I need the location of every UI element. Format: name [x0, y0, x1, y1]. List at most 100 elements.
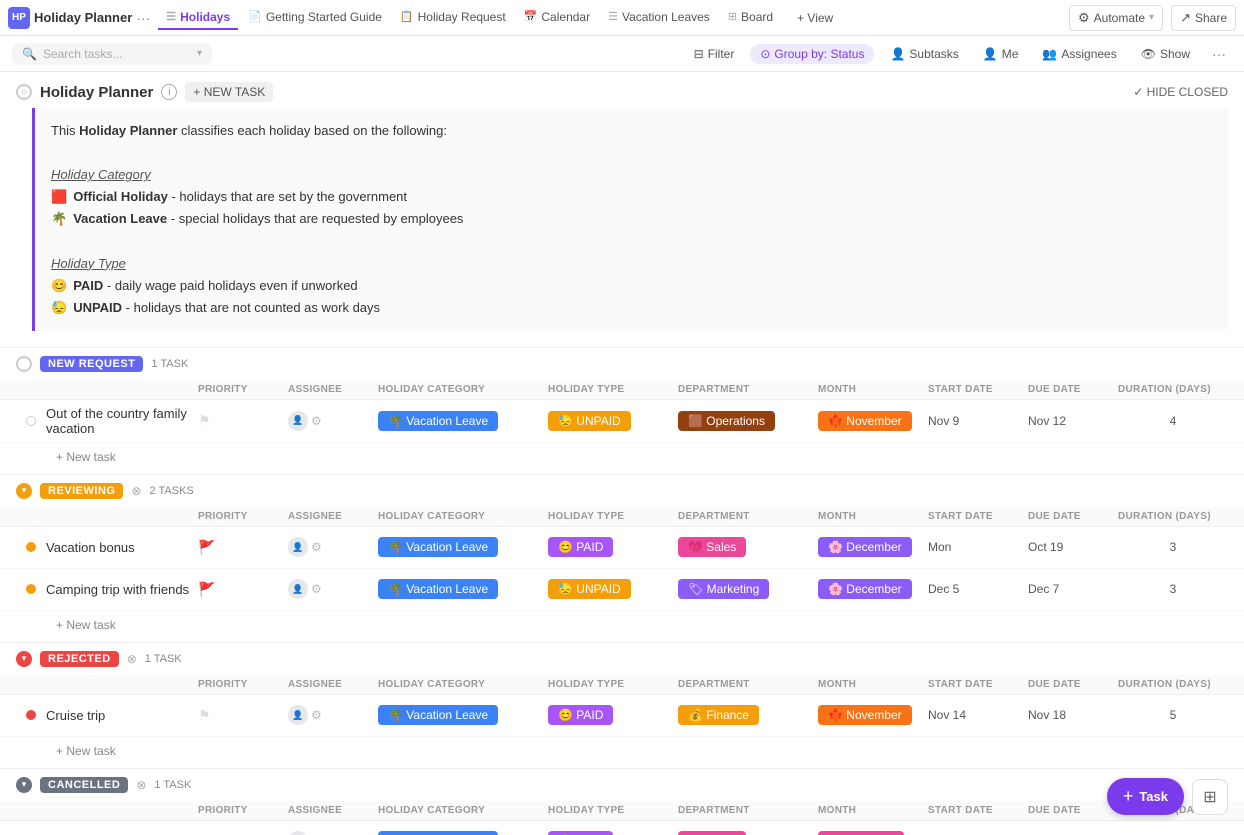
tab-getting-started[interactable]: 📄Getting Started Guide	[240, 6, 390, 30]
tab-holiday-request[interactable]: 📋Holiday Request	[392, 6, 514, 30]
task-month-t1[interactable]: 🍁 November	[818, 411, 928, 431]
task-department-t3[interactable]: 🏷 Marketing	[678, 579, 818, 599]
section-toggle-new-request[interactable]	[16, 356, 32, 372]
assignees-btn[interactable]: 👥 Assignees	[1034, 44, 1124, 64]
task-assignee-t4[interactable]: 👤 ⚙	[288, 705, 378, 725]
group-icon: ⊙	[760, 47, 770, 61]
flag-empty-icon: ⚑	[198, 707, 211, 724]
task-name-t4[interactable]: Cruise trip	[46, 708, 198, 723]
assignee-avatar-t5: 👤	[288, 831, 308, 835]
task-holiday-type-t4[interactable]: 😊 PAID	[548, 705, 678, 725]
new-task-btn[interactable]: + NEW TASK	[185, 82, 273, 102]
task-assignee-t3[interactable]: 👤 ⚙	[288, 579, 378, 599]
section-header-rejected: ▾ REJECTED ⊗ 1 TASK	[0, 642, 1244, 675]
col-department: DEPARTMENT	[678, 805, 818, 816]
task-assignee-t5[interactable]: 👤 ⚙	[288, 831, 378, 835]
task-holiday-type-t2[interactable]: 😊 PAID	[548, 537, 678, 557]
task-name-t2[interactable]: Vacation bonus	[46, 540, 198, 555]
top-nav: HP Holiday Planner ··· ☰Holidays📄Getting…	[0, 0, 1244, 36]
me-btn[interactable]: 👤 Me	[975, 44, 1027, 64]
subtasks-btn[interactable]: 👤 Subtasks	[882, 44, 966, 64]
task-priority-t4[interactable]: ⚑	[198, 707, 288, 724]
task-dot-t4	[16, 710, 46, 720]
page-collapse-toggle[interactable]: ○	[16, 84, 32, 100]
col-assignee: ASSIGNEE	[288, 679, 378, 690]
task-month-t5[interactable]: 💕 February	[818, 831, 928, 835]
task-holiday-category-t5[interactable]: 🌴 Vacation Leave	[378, 831, 548, 835]
info-icon[interactable]: i	[161, 84, 177, 100]
col-due-date: DUE DATE	[1028, 679, 1118, 690]
task-holiday-type-t5[interactable]: 😊 PAID	[548, 831, 678, 835]
task-priority-t1[interactable]: ⚑	[198, 412, 288, 429]
section-toggle-cancelled[interactable]: ▾	[16, 777, 32, 793]
group-by-btn[interactable]: ⊙ Group by: Status	[750, 44, 874, 64]
task-holiday-type-t1[interactable]: 😓 UNPAID	[548, 411, 678, 431]
share-btn[interactable]: ↗ Share	[1171, 5, 1236, 31]
task-name-t1[interactable]: Out of the country family vacation	[46, 406, 198, 436]
task-holiday-category-t1[interactable]: 🌴 Vacation Leave	[378, 411, 548, 431]
search-box[interactable]: 🔍 Search tasks... ▾	[12, 43, 212, 65]
filter-btn[interactable]: ⊟ Filter	[686, 44, 743, 64]
task-due-date-t2: Oct 19	[1028, 540, 1118, 554]
task-name-t3[interactable]: Camping trip with friends	[46, 582, 198, 597]
new-task-row-new-request[interactable]: + New task	[0, 443, 1244, 474]
subtasks-label: Subtasks	[909, 47, 958, 61]
task-department-t4[interactable]: 💰 Finance	[678, 705, 818, 725]
sections-container: NEW REQUEST 1 TASK PRIORITY ASSIGNEE HOL…	[0, 347, 1244, 835]
task-department-t5[interactable]: 💗 Sales	[678, 831, 818, 835]
task-assignee-t2[interactable]: 👤 ⚙	[288, 537, 378, 557]
task-holiday-category-t3[interactable]: 🌴 Vacation Leave	[378, 579, 548, 599]
new-task-link-reviewing[interactable]: + New task	[56, 618, 116, 632]
new-task-link-new-request[interactable]: + New task	[56, 450, 116, 464]
task-row-t1[interactable]: Out of the country family vacation ⚑ 👤 ⚙…	[0, 400, 1244, 443]
section-toggle-rejected[interactable]: ▾	[16, 651, 32, 667]
hide-closed-btn[interactable]: ✓ HIDE CLOSED	[1133, 85, 1228, 99]
task-priority-t2[interactable]: 🚩	[198, 539, 288, 556]
task-row-t5[interactable]: Triathlon Competition ⚑ 👤 ⚙ 🌴 Vacation L…	[0, 821, 1244, 835]
show-btn[interactable]: 👁 Show	[1133, 44, 1198, 64]
task-holiday-category-t4[interactable]: 🌴 Vacation Leave	[378, 705, 548, 725]
search-input[interactable]: Search tasks...	[43, 47, 122, 61]
task-department-t2[interactable]: 💗 Sales	[678, 537, 818, 557]
task-assignee-t1[interactable]: 👤 ⚙	[288, 411, 378, 431]
task-holiday-category-t2[interactable]: 🌴 Vacation Leave	[378, 537, 548, 557]
section-badge-rejected: REJECTED	[40, 651, 119, 667]
plus-view-btn[interactable]: + View	[789, 7, 841, 29]
section-header-cancelled: ▾ CANCELLED ⊗ 1 TASK	[0, 768, 1244, 801]
section-task-count-rejected: 1 TASK	[145, 653, 182, 665]
section-toggle-icon-rejected: ⊗	[127, 652, 137, 666]
tab-vacation-leaves[interactable]: ☰Vacation Leaves	[600, 6, 718, 30]
col-assignee: ASSIGNEE	[288, 384, 378, 395]
task-month-t3[interactable]: 🌸 December	[818, 579, 928, 599]
nav-dots[interactable]: ···	[136, 10, 150, 26]
nav-right: ⚙ Automate ▾ ↗ Share	[1069, 5, 1236, 31]
task-month-t2[interactable]: 🌸 December	[818, 537, 928, 557]
task-row-t3[interactable]: Camping trip with friends 🚩 👤 ⚙ 🌴 Vacati…	[0, 569, 1244, 611]
assignee-gear-t4: ⚙	[311, 708, 322, 722]
page-title: Holiday Planner	[40, 84, 153, 101]
more-options-btn[interactable]: ···	[1206, 43, 1232, 65]
tab-holidays[interactable]: ☰Holidays	[158, 6, 238, 30]
new-task-row-reviewing[interactable]: + New task	[0, 611, 1244, 642]
section-new-request: NEW REQUEST 1 TASK PRIORITY ASSIGNEE HOL…	[0, 347, 1244, 474]
task-priority-t3[interactable]: 🚩	[198, 581, 288, 598]
fab-label: Task	[1139, 789, 1168, 804]
col-headers-new-request: PRIORITY ASSIGNEE HOLIDAY CATEGORY HOLID…	[0, 380, 1244, 400]
task-department-t1[interactable]: 🟫 Operations	[678, 411, 818, 431]
task-row-t4[interactable]: Cruise trip ⚑ 👤 ⚙ 🌴 Vacation Leave 😊 PAI…	[0, 695, 1244, 737]
grid-view-btn[interactable]: ⊞	[1192, 779, 1228, 815]
tab-board[interactable]: ⊞Board	[720, 6, 781, 30]
automate-btn[interactable]: ⚙ Automate ▾	[1069, 5, 1163, 31]
tab-calendar[interactable]: 📅Calendar	[516, 6, 598, 30]
app-title: Holiday Planner	[34, 10, 132, 25]
section-toggle-reviewing[interactable]: ▾	[16, 483, 32, 499]
desc-category-1: 🟥 Official Holiday - holidays that are s…	[51, 186, 1212, 208]
new-task-row-rejected[interactable]: + New task	[0, 737, 1244, 768]
fab-task-btn[interactable]: + Task	[1107, 778, 1184, 815]
task-row-t2[interactable]: Vacation bonus 🚩 👤 ⚙ 🌴 Vacation Leave 😊 …	[0, 527, 1244, 569]
col-headers-rejected: PRIORITY ASSIGNEE HOLIDAY CATEGORY HOLID…	[0, 675, 1244, 695]
task-month-t4[interactable]: 🍁 November	[818, 705, 928, 725]
new-task-link-rejected[interactable]: + New task	[56, 744, 116, 758]
task-holiday-type-t3[interactable]: 😓 UNPAID	[548, 579, 678, 599]
col-start-date: START DATE	[928, 679, 1028, 690]
